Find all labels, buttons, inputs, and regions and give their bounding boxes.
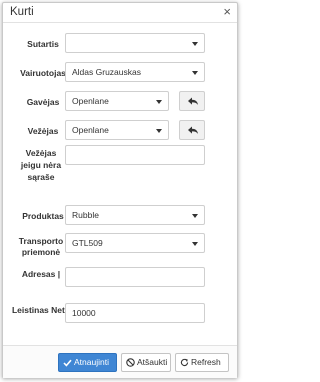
caret-down-icon: [156, 100, 162, 104]
cancel-button[interactable]: Atšaukti: [121, 353, 171, 372]
gavejas-value: Openlane: [72, 96, 109, 106]
caret-down-icon: [192, 242, 198, 246]
ban-icon: [126, 358, 135, 368]
reply-arrow-icon: [188, 97, 198, 105]
dialog-header: Kurti ×: [3, 3, 237, 23]
dialog-footer: Atnaujinti Atšaukti Refresh: [3, 345, 237, 378]
close-icon[interactable]: ×: [223, 4, 231, 20]
transporto-priemone-value: GTL509: [72, 238, 103, 248]
vairuotojas-select[interactable]: Aldas Gruzauskas: [65, 62, 205, 82]
vezejas-back-button[interactable]: [179, 120, 205, 140]
caret-down-icon: [192, 42, 198, 46]
produktas-label: Produktas: [22, 211, 64, 221]
gavejas-label: Gavėjas: [26, 97, 60, 107]
vezejas-select[interactable]: Openlane: [65, 120, 169, 140]
cancel-label: Atšaukti: [137, 357, 168, 367]
adresas-label: Adresas |: [21, 269, 61, 279]
vezejas-not-listed-label: Vežėjas jeigu nėra sąraše: [20, 148, 62, 182]
refresh-button[interactable]: Refresh: [175, 353, 229, 372]
reply-arrow-icon: [188, 126, 198, 134]
produktas-value: Rubble: [72, 210, 99, 220]
dialog-title: Kurti: [10, 6, 34, 18]
transporto-priemone-label: Transporto priemonė: [18, 236, 64, 257]
refresh-icon: [180, 358, 189, 367]
caret-down-icon: [156, 129, 162, 133]
vezejas-not-listed-input[interactable]: [65, 145, 205, 165]
vezejas-value: Openlane: [72, 125, 109, 135]
gavejas-select[interactable]: Openlane: [65, 91, 169, 111]
vezejas-label: Vežėjas: [27, 126, 59, 136]
leistinas-neto-label: Leistinas Neto: [11, 305, 71, 315]
caret-down-icon: [192, 214, 198, 218]
update-button[interactable]: Atnaujinti: [58, 353, 117, 372]
update-label: Atnaujinti: [74, 357, 109, 367]
gavejas-back-button[interactable]: [179, 91, 205, 111]
sutartis-select[interactable]: [65, 33, 205, 53]
transporto-priemone-select[interactable]: GTL509: [65, 233, 205, 253]
caret-down-icon: [192, 71, 198, 75]
vairuotojas-value: Aldas Gruzauskas: [72, 67, 141, 77]
adresas-input[interactable]: [65, 267, 205, 287]
leistinas-neto-input[interactable]: 10000: [65, 303, 205, 323]
produktas-select[interactable]: Rubble: [65, 205, 205, 225]
kurti-dialog: Kurti × Sutartis Vairuotojas Aldas Gruza…: [2, 2, 238, 378]
check-icon: [63, 359, 72, 367]
refresh-label: Refresh: [191, 357, 221, 367]
sutartis-label: Sutartis: [27, 39, 59, 49]
